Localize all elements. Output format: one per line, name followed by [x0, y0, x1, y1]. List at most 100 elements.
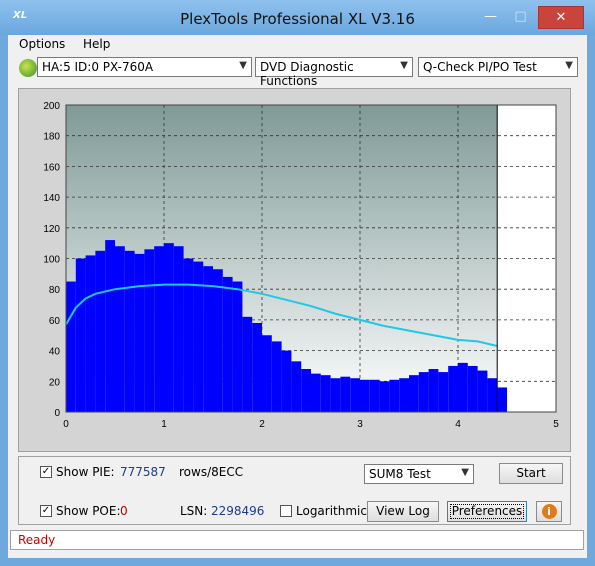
pie-bar [379, 381, 390, 412]
pie-bar [409, 375, 419, 412]
y-tick-label: 80 [49, 285, 61, 296]
test-select-value: Q-Check PI/PO Test [423, 60, 537, 74]
function-select[interactable]: DVD Diagnostic Functions ▼ [255, 57, 413, 88]
show-pie-checkbox[interactable]: ✓ [40, 466, 52, 478]
y-tick-label: 200 [43, 101, 60, 112]
maximize-icon: □ [514, 9, 527, 24]
y-tick-label: 160 [43, 162, 60, 173]
chevron-down-icon: ▼ [400, 60, 408, 71]
pie-bar [124, 250, 135, 412]
x-tick-label: 2 [259, 419, 265, 430]
chart-panel: 0 20 40 60 80 100 120 140 160 180 200 0 1 2 3 4 5 [18, 88, 571, 452]
info-icon: i [541, 504, 557, 519]
lsn-value: 2298496 [211, 504, 265, 518]
y-tick-label: 100 [43, 255, 60, 266]
pie-bar [320, 375, 331, 412]
pie-bar [95, 250, 106, 412]
pie-bar [144, 249, 155, 412]
pie-bar [66, 281, 76, 412]
pie-value: 777587 [120, 465, 166, 479]
y-tick-label: 180 [43, 132, 60, 143]
menu-options[interactable]: Options [19, 37, 65, 51]
title-bar: XL PlexTools Professional XL V3.16 — □ ✕ [0, 0, 595, 35]
status-text: Ready [18, 533, 56, 547]
status-bar: Ready [10, 530, 584, 550]
view-log-button[interactable]: View Log [367, 501, 439, 522]
menu-help[interactable]: Help [83, 37, 110, 51]
close-button[interactable]: ✕ [538, 6, 584, 29]
test-select[interactable]: Q-Check PI/PO Test ▼ [418, 57, 578, 77]
preferences-button[interactable]: Preferences [447, 501, 527, 522]
y-tick-label: 60 [49, 316, 61, 327]
menu-bar: Options Help [8, 35, 587, 55]
pie-bar [242, 316, 253, 412]
pie-bar [330, 378, 341, 412]
pie-bar [340, 376, 351, 412]
chevron-down-icon: ▼ [565, 60, 573, 71]
pie-bar [477, 370, 488, 412]
pie-bar [173, 246, 184, 412]
x-tick-label: 5 [553, 419, 559, 430]
pie-bar [252, 322, 262, 412]
pie-bar [164, 243, 174, 412]
pie-bar [301, 369, 311, 412]
show-pie-label: Show PIE: [56, 465, 115, 479]
pie-bar [497, 387, 507, 412]
drive-select-value: HA:5 ID:0 PX-760A [42, 60, 154, 74]
x-tick-label: 0 [63, 419, 69, 430]
rows-label: rows/8ECC [179, 465, 244, 479]
sum-test-select[interactable]: SUM8 Test ▼ [364, 464, 474, 484]
chevron-down-icon: ▼ [461, 467, 469, 478]
pie-bar [360, 379, 370, 412]
pie-bar [399, 378, 409, 412]
pie-bar [487, 378, 498, 412]
poe-value: 0 [120, 504, 128, 518]
pie-bar [467, 365, 478, 412]
pie-bar [369, 379, 380, 412]
pie-bar [418, 372, 429, 412]
pie-bar [448, 365, 458, 412]
pie-bar [458, 362, 468, 412]
show-poe-label: Show POE: [56, 504, 121, 518]
pie-bar [262, 335, 272, 412]
pie-bar [350, 378, 360, 412]
chevron-down-icon: ▼ [239, 60, 247, 71]
pie-bar [85, 255, 96, 412]
minimize-button[interactable]: — [477, 6, 504, 27]
pie-bar [75, 258, 86, 412]
pie-bar [154, 246, 164, 412]
logarithmic-label: Logarithmic [296, 504, 367, 518]
pie-bar [281, 350, 292, 412]
client-area: Options Help HA:5 ID:0 PX-760A ▼ DVD Dia… [8, 35, 587, 558]
pie-bar [213, 269, 223, 412]
logarithmic-checkbox[interactable] [280, 505, 292, 517]
start-button[interactable]: Start [499, 463, 563, 484]
pie-bar [134, 253, 145, 412]
show-poe-checkbox[interactable]: ✓ [40, 505, 52, 517]
pie-bar [389, 379, 400, 412]
close-icon: ✕ [555, 10, 567, 25]
pie-bar [428, 369, 439, 412]
pie-bar [291, 361, 302, 412]
minimize-icon: — [484, 9, 497, 24]
x-tick-label: 4 [455, 419, 461, 430]
app-window: XL PlexTools Professional XL V3.16 — □ ✕… [0, 0, 595, 566]
x-tick-label: 1 [161, 419, 167, 430]
pie-bar [105, 240, 115, 412]
y-tick-label: 40 [49, 347, 61, 358]
pie-bar [203, 266, 213, 412]
controls-panel: ✓ Show PIE: 777587 rows/8ECC SUM8 Test ▼… [18, 456, 571, 525]
y-tick-label: 0 [54, 408, 60, 419]
pie-bar [115, 246, 125, 412]
pie-bar [311, 373, 321, 412]
x-tick-label: 3 [357, 419, 363, 430]
info-button[interactable]: i [536, 501, 562, 522]
drive-select[interactable]: HA:5 ID:0 PX-760A ▼ [37, 57, 252, 77]
pie-bar [438, 372, 449, 412]
maximize-button[interactable]: □ [507, 6, 534, 27]
lsn-label: LSN: [180, 504, 208, 518]
window-title: PlexTools Professional XL V3.16 [180, 10, 415, 28]
function-select-value: DVD Diagnostic Functions [260, 60, 354, 88]
y-tick-label: 140 [43, 193, 60, 204]
pipo-chart: 0 20 40 60 80 100 120 140 160 180 200 0 1 2 3 4 5 [43, 101, 559, 430]
